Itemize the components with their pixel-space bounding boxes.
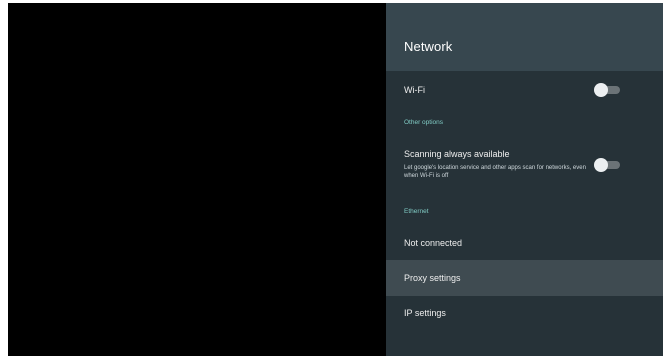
- scanning-toggle[interactable]: [594, 158, 620, 172]
- wifi-label: Wi-Fi: [404, 85, 425, 95]
- ethernet-header: Ethernet: [404, 208, 429, 215]
- scanning-description: Let google's location service and other …: [404, 165, 586, 179]
- ethernet-status-label: Not connected: [404, 238, 463, 248]
- proxy-settings-label: Proxy settings: [404, 273, 461, 283]
- scanning-label: Scanning always available: [404, 149, 510, 159]
- other-options-header: Other options: [404, 119, 444, 126]
- ip-settings-label: IP settings: [404, 308, 446, 318]
- wifi-row[interactable]: Wi-Fi: [386, 75, 663, 103]
- tv-screen: Network Wi-Fi Other options Scanning alw…: [8, 3, 663, 356]
- proxy-settings-row[interactable]: Proxy settings: [386, 260, 663, 296]
- scanning-row[interactable]: Scanning always available Let google's l…: [386, 143, 663, 187]
- panel-header: Network: [386, 3, 663, 71]
- ethernet-status-row[interactable]: Not connected: [386, 229, 663, 255]
- ip-settings-row[interactable]: IP settings: [386, 300, 663, 328]
- scanning-toggle-thumb: [594, 158, 608, 172]
- panel-title: Network: [404, 39, 453, 54]
- wifi-toggle-thumb: [594, 83, 608, 97]
- network-settings-panel: Network Wi-Fi Other options Scanning alw…: [386, 3, 663, 356]
- wifi-toggle[interactable]: [594, 83, 620, 97]
- content-area: [8, 3, 386, 356]
